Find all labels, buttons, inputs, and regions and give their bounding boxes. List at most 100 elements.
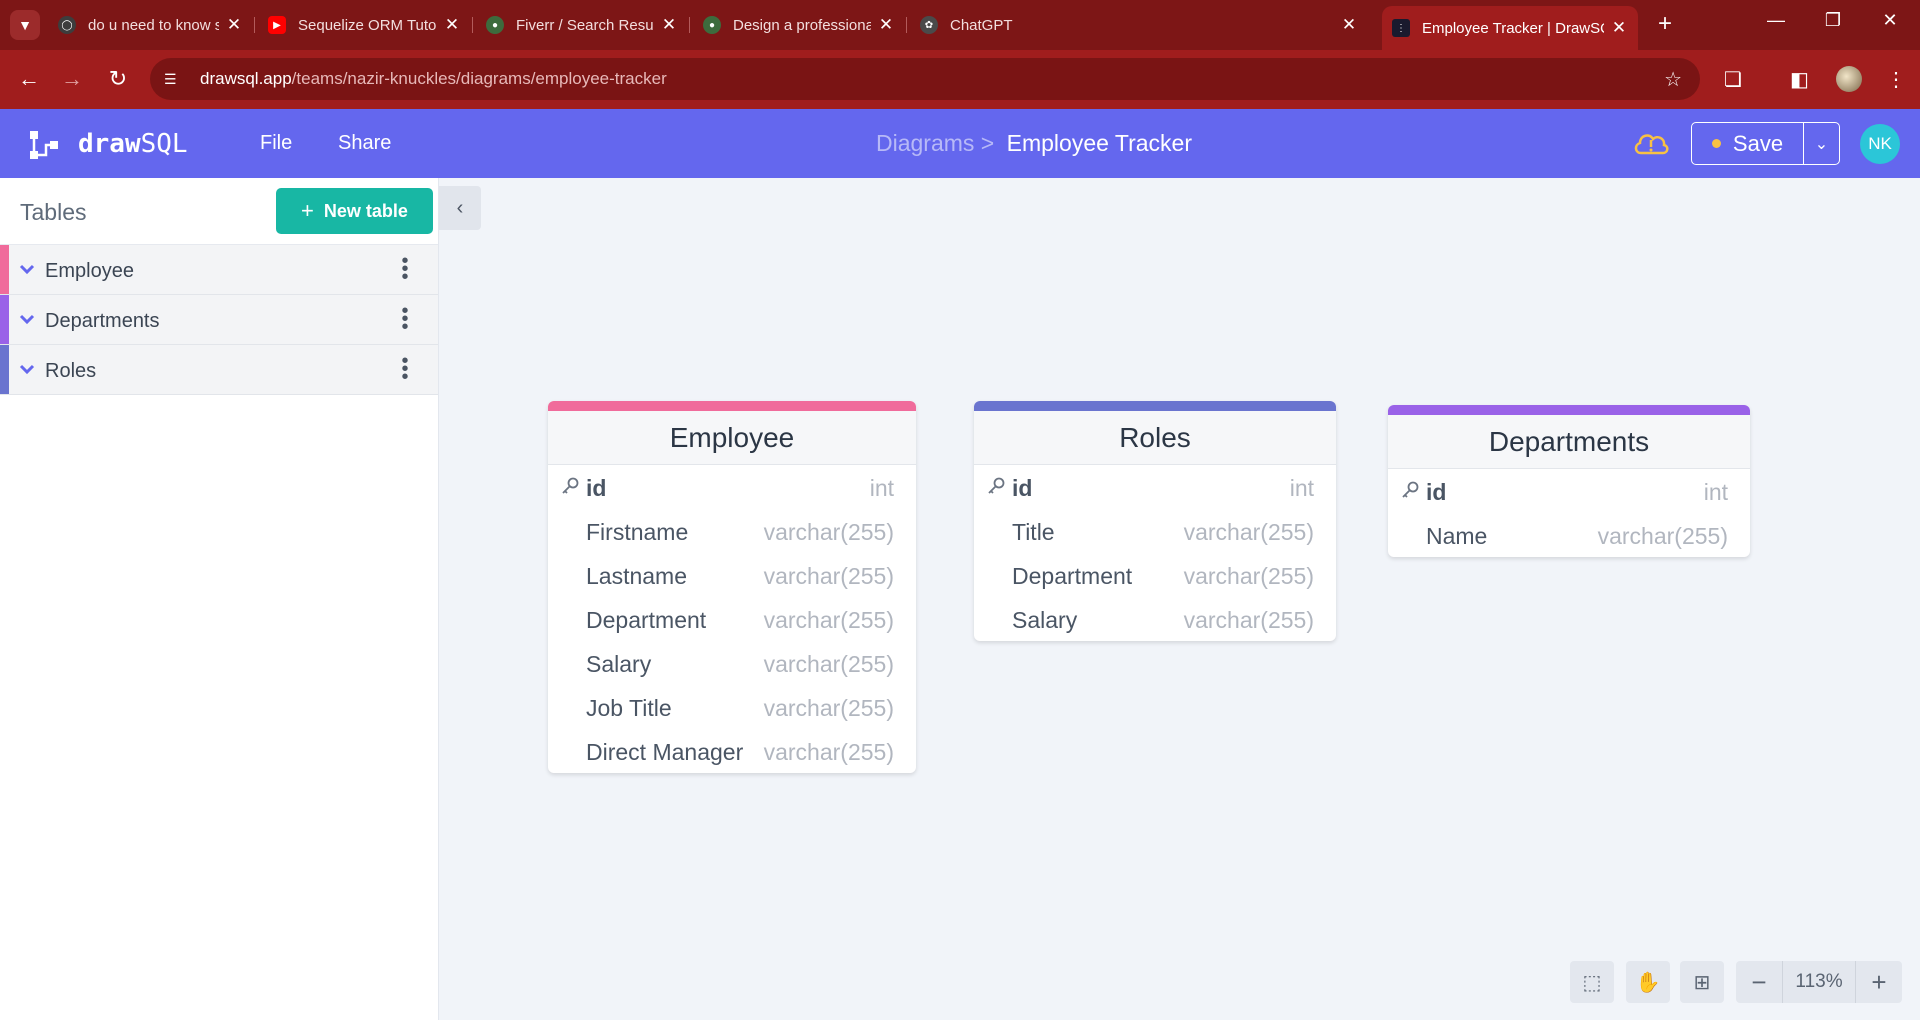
- app-logo-text[interactable]: drawSQL: [78, 129, 188, 159]
- breadcrumb-current[interactable]: Employee Tracker: [1007, 130, 1192, 156]
- close-tab-icon[interactable]: ✕: [225, 15, 243, 35]
- breadcrumb-diagrams-link[interactable]: Diagrams >: [876, 130, 994, 156]
- sidebar-item-label: Roles: [45, 360, 97, 382]
- extensions-puzzle-icon[interactable]: ❏: [1724, 67, 1742, 92]
- zoom-out-icon[interactable]: −: [1736, 967, 1782, 998]
- column-type: varchar(255): [1183, 607, 1314, 633]
- table-column-row[interactable]: Lastname varchar(255): [548, 553, 916, 597]
- logo-bold: draw: [78, 129, 141, 159]
- more-vertical-icon[interactable]: • • •: [395, 251, 415, 287]
- column-type: varchar(255): [763, 651, 894, 677]
- tab-favicon-icon: ●: [486, 16, 504, 34]
- column-type: varchar(255): [763, 739, 894, 765]
- table-column-row[interactable]: id int: [974, 465, 1336, 509]
- chevron-down-icon[interactable]: [17, 309, 37, 329]
- tab-search-chevron-icon[interactable]: ▼: [10, 10, 40, 40]
- chevron-down-icon[interactable]: [17, 359, 37, 379]
- table-column-row[interactable]: Name varchar(255): [1388, 513, 1750, 557]
- youtube-icon: ▶: [268, 16, 286, 34]
- column-name: id: [1012, 475, 1033, 501]
- chevron-down-icon[interactable]: [17, 259, 37, 279]
- table-card-roles[interactable]: Roles id int Title varchar(255) Departme…: [974, 401, 1336, 641]
- browser-tab-bar: ▼ ◯ do u need to know sequali ✕ ▶ Sequel…: [0, 0, 1920, 50]
- zoom-level[interactable]: 113%: [1782, 961, 1856, 1003]
- table-column-row[interactable]: Salary varchar(255): [548, 641, 916, 685]
- column-type: varchar(255): [1183, 519, 1314, 545]
- more-vertical-icon[interactable]: • • •: [395, 351, 415, 387]
- menu-share[interactable]: Share: [338, 132, 391, 155]
- site-info-icon[interactable]: ☰: [164, 71, 188, 88]
- reload-icon[interactable]: ↻: [103, 66, 133, 92]
- column-type: varchar(255): [763, 563, 894, 589]
- side-panel-icon[interactable]: ◧: [1790, 67, 1809, 92]
- cloud-warning-icon[interactable]: [1632, 127, 1670, 159]
- column-name: Direct Manager: [586, 739, 744, 765]
- url-text: drawsql.app/teams/nazir-knuckles/diagram…: [200, 69, 667, 89]
- close-tab-icon[interactable]: ✕: [1610, 18, 1628, 38]
- bookmark-star-icon[interactable]: ☆: [1664, 67, 1682, 92]
- forward-arrow-icon[interactable]: →: [57, 66, 87, 92]
- table-column-row[interactable]: id int: [1388, 469, 1750, 513]
- table-name[interactable]: Departments: [1388, 415, 1750, 469]
- table-column-row[interactable]: id int: [548, 465, 916, 509]
- table-column-row[interactable]: Firstname varchar(255): [548, 509, 916, 553]
- back-arrow-icon[interactable]: ←: [14, 66, 44, 92]
- url-omnibox[interactable]: ☰ drawsql.app/teams/nazir-knuckles/diagr…: [150, 58, 1700, 100]
- table-column-row[interactable]: Department varchar(255): [548, 597, 916, 641]
- user-avatar[interactable]: NK: [1860, 124, 1900, 164]
- close-tab-icon[interactable]: ✕: [443, 15, 461, 35]
- browser-tab[interactable]: ● Fiverr / Search Results for " ✕: [476, 6, 690, 44]
- sidebar-item-departments[interactable]: Departments • • •: [0, 295, 438, 345]
- grid-icon[interactable]: ⊞: [1680, 961, 1724, 1003]
- browser-tab[interactable]: ● Design a professional word ✕: [693, 6, 907, 44]
- browser-tab[interactable]: ◯ do u need to know sequali ✕: [48, 6, 255, 44]
- table-column-row[interactable]: Direct Manager varchar(255): [548, 729, 916, 773]
- column-type: varchar(255): [1597, 523, 1728, 549]
- table-column-row[interactable]: Title varchar(255): [974, 509, 1336, 553]
- new-table-label: New table: [323, 200, 408, 221]
- save-label: Save: [1732, 130, 1784, 156]
- tab-title: do u need to know sequali: [88, 16, 219, 34]
- app-header: drawSQL File Share Diagrams > Employee T…: [0, 109, 1920, 178]
- primary-key-icon: [988, 477, 1005, 494]
- close-tab-icon[interactable]: ✕: [1340, 15, 1358, 35]
- restore-window-icon[interactable]: ❐: [1813, 10, 1853, 31]
- hand-pan-icon[interactable]: ✋: [1626, 961, 1670, 1003]
- table-column-row[interactable]: Department varchar(255): [974, 553, 1336, 597]
- zoom-control: − 113% +: [1736, 961, 1902, 1003]
- browser-menu-kebab-icon[interactable]: ⋮: [1886, 67, 1906, 92]
- column-type: int: [869, 475, 894, 501]
- column-name: Department: [1012, 563, 1133, 589]
- collapse-sidebar-chevron-left-icon[interactable]: ‹: [439, 186, 481, 230]
- primary-key-icon: [562, 477, 579, 494]
- select-area-icon[interactable]: ⬚: [1570, 961, 1614, 1003]
- table-name[interactable]: Roles: [974, 411, 1336, 465]
- sidebar-item-label: Employee: [45, 260, 134, 282]
- new-table-button[interactable]: + New table: [276, 188, 433, 234]
- close-window-icon[interactable]: ✕: [1870, 10, 1910, 31]
- tab-title: Sequelize ORM Tutorial (all: [298, 16, 437, 34]
- table-column-row[interactable]: Salary varchar(255): [974, 597, 1336, 641]
- table-name[interactable]: Employee: [548, 411, 916, 465]
- new-tab-plus-icon[interactable]: +: [1650, 10, 1680, 38]
- sidebar-item-employee[interactable]: Employee • • •: [0, 245, 438, 295]
- save-button[interactable]: Save: [1692, 123, 1804, 164]
- close-tab-icon[interactable]: ✕: [660, 15, 678, 35]
- column-type: varchar(255): [763, 519, 894, 545]
- more-vertical-icon[interactable]: • • •: [395, 301, 415, 337]
- save-options-chevron-down-icon[interactable]: ⌄: [1804, 123, 1839, 164]
- browser-tab[interactable]: ▶ Sequelize ORM Tutorial (all ✕: [258, 6, 473, 44]
- tab-favicon-icon: ◯: [58, 16, 76, 34]
- zoom-in-icon[interactable]: +: [1856, 967, 1902, 998]
- close-tab-icon[interactable]: ✕: [877, 15, 895, 35]
- table-card-employee[interactable]: Employee id int Firstname varchar(255) L…: [548, 401, 916, 773]
- column-type: int: [1289, 475, 1314, 501]
- sidebar-item-roles[interactable]: Roles • • •: [0, 345, 438, 395]
- browser-tab[interactable]: ✿ ChatGPT ✕: [910, 6, 1368, 44]
- browser-tab-active[interactable]: ⋮ Employee Tracker | DrawSQ ✕: [1382, 6, 1638, 50]
- table-column-row[interactable]: Job Title varchar(255): [548, 685, 916, 729]
- browser-profile-avatar[interactable]: [1836, 66, 1862, 92]
- table-card-departments[interactable]: Departments id int Name varchar(255): [1388, 405, 1750, 557]
- minimize-window-icon[interactable]: —: [1756, 10, 1796, 31]
- menu-file[interactable]: File: [260, 132, 292, 155]
